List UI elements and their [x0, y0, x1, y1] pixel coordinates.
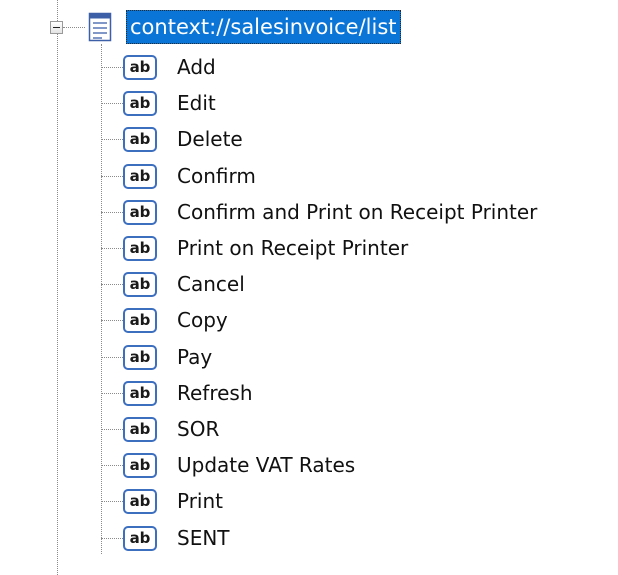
tree-child-node[interactable]: ab SENT: [101, 523, 618, 553]
text-field-icon: ab: [123, 489, 157, 514]
tree-connector: [101, 429, 123, 430]
tree-child-node[interactable]: ab Refresh: [101, 378, 618, 408]
tree-child-label: Delete: [177, 127, 243, 151]
text-field-icon: ab: [123, 453, 157, 478]
tree-child-node[interactable]: ab Update VAT Rates: [101, 450, 618, 480]
tree-child-label: Update VAT Rates: [177, 453, 356, 477]
tree-child-label: Confirm: [177, 164, 256, 188]
tree-connector: [101, 393, 123, 394]
tree-child-node[interactable]: ab Copy: [101, 305, 618, 335]
tree-child-label: Edit: [177, 91, 216, 115]
tree-connector: [101, 248, 123, 249]
tree-child-label: Cancel: [177, 272, 245, 296]
text-field-icon: ab: [123, 91, 157, 116]
text-field-icon: ab: [123, 127, 157, 152]
tree-child-label: Print on Receipt Printer: [177, 236, 409, 260]
text-field-icon: ab: [123, 164, 157, 189]
tree-child-node[interactable]: ab Confirm and Print on Receipt Printer: [101, 197, 618, 227]
tree-connector: [101, 212, 123, 213]
tree-connector: [101, 501, 123, 502]
tree-child-label: Add: [177, 55, 216, 79]
tree-child-label: Refresh: [177, 381, 253, 405]
form-icon: [88, 12, 112, 42]
tree-child-node[interactable]: ab Print on Receipt Printer: [101, 233, 618, 263]
tree-connector: [101, 538, 123, 539]
text-field-icon: ab: [123, 272, 157, 297]
tree-connector: [101, 103, 123, 104]
tree-connector: [101, 465, 123, 466]
tree-child-label: Confirm and Print on Receipt Printer: [177, 200, 538, 224]
tree-guide-line: [57, 0, 58, 575]
text-field-icon: ab: [123, 345, 157, 370]
tree-child-node[interactable]: ab Add: [101, 52, 618, 82]
text-field-icon: ab: [123, 308, 157, 333]
tree-child-label: SOR: [177, 417, 220, 441]
text-field-icon: ab: [123, 526, 157, 551]
text-field-icon: ab: [123, 381, 157, 406]
tree-child-node[interactable]: ab Delete: [101, 124, 618, 154]
collapse-toggle-icon[interactable]: [50, 21, 63, 34]
tree-connector: [101, 357, 123, 358]
tree-view: context://salesinvoice/list ab Add ab Edit a…: [0, 0, 618, 575]
text-field-icon: ab: [123, 55, 157, 80]
tree-connector: [101, 67, 123, 68]
tree-connector: [101, 284, 123, 285]
tree-child-node[interactable]: ab Print: [101, 486, 618, 516]
tree-child-label: Pay: [177, 345, 213, 369]
tree-child-node[interactable]: ab Confirm: [101, 161, 618, 191]
text-field-icon: ab: [123, 417, 157, 442]
tree-child-node[interactable]: ab Pay: [101, 342, 618, 372]
tree-child-label: Print: [177, 489, 224, 513]
tree-child-node[interactable]: ab SOR: [101, 414, 618, 444]
tree-child-node[interactable]: ab Edit: [101, 88, 618, 118]
text-field-icon: ab: [123, 200, 157, 225]
tree-child-label: Copy: [177, 308, 228, 332]
tree-connector: [101, 139, 123, 140]
tree-child-label: SENT: [177, 526, 230, 550]
tree-child-node[interactable]: ab Cancel: [101, 269, 618, 299]
tree-connector: [63, 27, 85, 28]
tree-connector: [101, 320, 123, 321]
text-field-icon: ab: [123, 236, 157, 261]
minus-icon: [53, 27, 60, 28]
tree-connector: [101, 176, 123, 177]
tree-root-node[interactable]: context://salesinvoice/list: [126, 10, 401, 44]
